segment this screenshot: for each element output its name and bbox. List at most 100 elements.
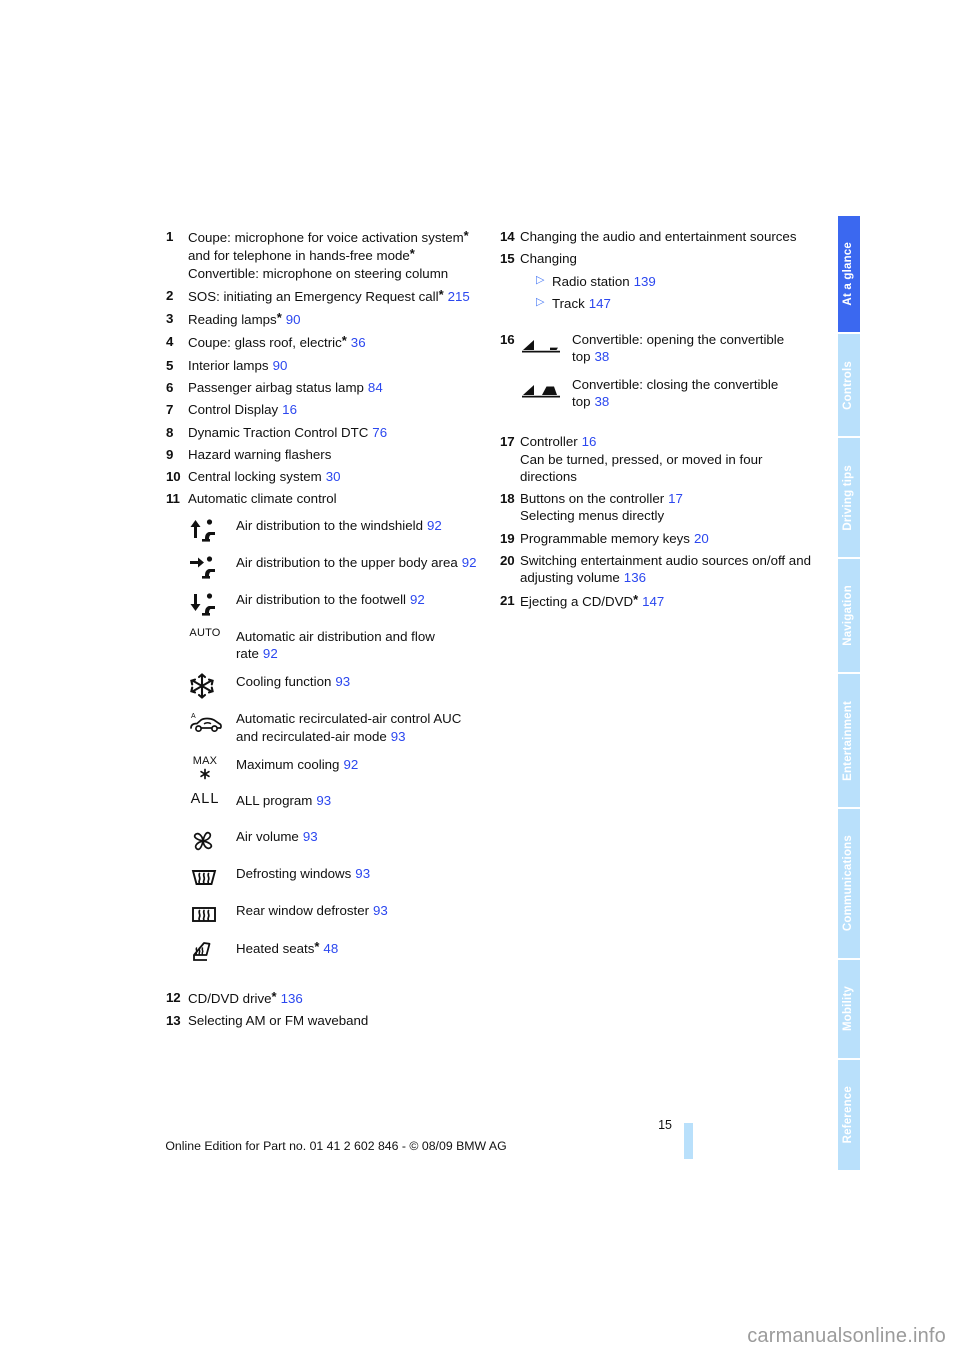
sub-item-body: Radio station 139 — [552, 273, 656, 290]
legend-item-body: Control Display 16 — [188, 401, 478, 418]
sidebar-tab-reference[interactable]: Reference — [838, 1059, 860, 1170]
legend-item-number: 11 — [166, 491, 180, 507]
legend-item-text: Control Display — [188, 402, 279, 418]
legend-item-text: Programmable memory keys — [520, 530, 690, 546]
legend-item-18: 18 Buttons on the controller 17 Selecting … — [500, 490, 812, 525]
page-ref[interactable]: 93 — [373, 903, 388, 918]
page-ref[interactable]: 147 — [589, 296, 611, 311]
sidebar-tab-label: Controls — [842, 360, 855, 410]
legend-item-body: Buttons on the controller 17 Selecting men… — [520, 490, 812, 525]
climate-icon-row: Defrosting windows 93 — [188, 864, 478, 891]
sidebar-tab-controls[interactable]: Controls — [838, 334, 860, 437]
legend-item-body: Convertible: opening the convertible top… — [520, 331, 812, 420]
page-ref[interactable]: 92 — [343, 757, 358, 772]
page-ref[interactable]: 16 — [282, 402, 297, 417]
page-ref[interactable]: 92 — [462, 555, 477, 570]
legend-item-number: 5 — [166, 357, 174, 373]
climate-icon-text: ALL program 93 — [236, 791, 478, 809]
legend-item-body: Selecting AM or FM waveband — [188, 1012, 478, 1029]
page-ref[interactable]: 93 — [303, 829, 318, 844]
climate-icon-label: Rear window defroster — [236, 902, 370, 918]
sidebar-tab-communications[interactable]: Communications — [838, 808, 860, 958]
legend-item-6: 6 Passenger airbag status lamp 84 — [166, 379, 478, 396]
sidebar-tab-label: Communications — [842, 835, 855, 932]
legend-item-text: Buttons on the controller — [520, 491, 665, 507]
page-ref[interactable]: 20 — [694, 531, 709, 546]
sub-item-label: Track — [552, 295, 585, 311]
climate-icon-label: Air distribution to the windshield — [236, 517, 423, 533]
snowflake-cooling-icon — [188, 672, 236, 700]
legend-item-number: 13 — [166, 1013, 181, 1029]
climate-icon-row: Air distribution to the windshield 92 — [188, 516, 478, 543]
page-ref[interactable]: 92 — [427, 518, 442, 533]
page-ref[interactable]: 136 — [281, 991, 303, 1006]
legend-item-number: 10 — [166, 469, 181, 485]
page-ref[interactable]: 92 — [410, 592, 425, 607]
sidebar-tab-entertainment[interactable]: Entertainment — [838, 674, 860, 807]
legend-item-14: 14 Changing the audio and entertainment … — [500, 228, 812, 245]
legend-item-3: 3 Reading lamps* 90 — [166, 310, 478, 328]
legend-item-number: 2 — [166, 287, 174, 303]
climate-icon-text: Heated seats* 48 — [236, 938, 478, 957]
page-ref[interactable]: 93 — [355, 866, 370, 881]
climate-icon-text: Maximum cooling 92 — [236, 755, 478, 773]
page-ref[interactable]: 147 — [642, 594, 664, 609]
legend-item-13: 13 Selecting AM or FM waveband — [166, 1012, 478, 1029]
page-ref[interactable]: 93 — [335, 674, 350, 689]
recirculated-air-car-icon: A — [188, 709, 236, 736]
page-ref[interactable]: 17 — [668, 491, 683, 506]
page-number: 15 — [658, 1118, 672, 1132]
page-ref[interactable]: 92 — [263, 646, 278, 661]
legend-item-body: Hazard warning flashers — [188, 446, 478, 463]
legend-item-text: Dynamic Traction Control DTC — [188, 424, 369, 440]
page-ref[interactable]: 90 — [273, 358, 288, 373]
page-ref[interactable]: 48 — [323, 941, 338, 956]
legend-item-text: Passenger airbag status lamp — [188, 379, 364, 395]
climate-icon-text: Defrosting windows 93 — [236, 864, 478, 882]
climate-icon-label: Maximum cooling — [236, 756, 340, 772]
sidebar-tab-at-a-glance[interactable]: At a glance — [838, 216, 860, 333]
climate-icon-row: ALL ALL program 93 — [188, 791, 478, 817]
legend-item-number: 18 — [500, 491, 515, 507]
page-ref[interactable]: 38 — [595, 394, 610, 409]
legend-item-text: Hazard warning flashers — [188, 446, 332, 462]
legend-item-7: 7 Control Display 16 — [166, 401, 478, 418]
sidebar-tab-navigation[interactable]: Navigation — [838, 558, 860, 673]
climate-icon-text: Automatic air distribution and flow rate… — [236, 627, 478, 663]
climate-icon-row: Air distribution to the upper body area 9… — [188, 553, 478, 580]
page-ref[interactable]: 136 — [624, 570, 646, 585]
page-ref[interactable]: 215 — [448, 289, 470, 304]
page-ref[interactable]: 84 — [368, 380, 383, 395]
page-ref[interactable]: 38 — [595, 349, 610, 364]
legend-item-body: Coupe: glass roof, electric* 36 — [188, 333, 478, 351]
page-ref[interactable]: 30 — [326, 469, 341, 484]
page-ref[interactable]: 139 — [634, 274, 656, 289]
legend-item-number: 8 — [166, 424, 174, 440]
air-distribution-windshield-icon — [188, 516, 236, 543]
sidebar-tab-driving-tips[interactable]: Driving tips — [838, 438, 860, 557]
legend-item-12: 12 CD/DVD drive* 136 — [166, 989, 478, 1007]
page-ref[interactable]: 16 — [582, 434, 597, 449]
manual-page: At a glance Controls Driving tips Naviga… — [0, 0, 960, 1358]
climate-control-icon-list: Air distribution to the windshield 92 Air… — [188, 516, 478, 965]
page-ref[interactable]: 93 — [316, 793, 331, 808]
footer-marker — [684, 1123, 693, 1159]
convertible-top-open-icon — [520, 331, 572, 355]
legend-item-number: 19 — [500, 530, 515, 546]
page-ref[interactable]: 76 — [372, 425, 387, 440]
page-ref[interactable]: 36 — [351, 335, 366, 350]
climate-icon-label: Air distribution to the footwell — [236, 591, 406, 607]
page-ref[interactable]: 90 — [286, 312, 301, 327]
climate-icon-label: ALL program — [236, 792, 313, 808]
section-tab-strip: At a glance Controls Driving tips Naviga… — [838, 216, 860, 1170]
page-ref[interactable]: 93 — [391, 729, 406, 744]
legend-item-body: Dynamic Traction Control DTC 76 — [188, 424, 478, 441]
legend-item-text: Switching entertainment audio sources on… — [520, 552, 811, 586]
sidebar-tab-label: Driving tips — [842, 464, 855, 531]
legend-item-body: Controller 16 Can be turned, pressed, or m… — [520, 433, 812, 485]
legend-item-number: 9 — [166, 446, 174, 462]
sidebar-tab-mobility[interactable]: Mobility — [838, 959, 860, 1058]
legend-item-number: 14 — [500, 229, 515, 244]
legend-item-8: 8 Dynamic Traction Control DTC 76 — [166, 424, 478, 441]
legend-item-text: SOS: initiating an Emergency Request cal… — [188, 286, 444, 304]
